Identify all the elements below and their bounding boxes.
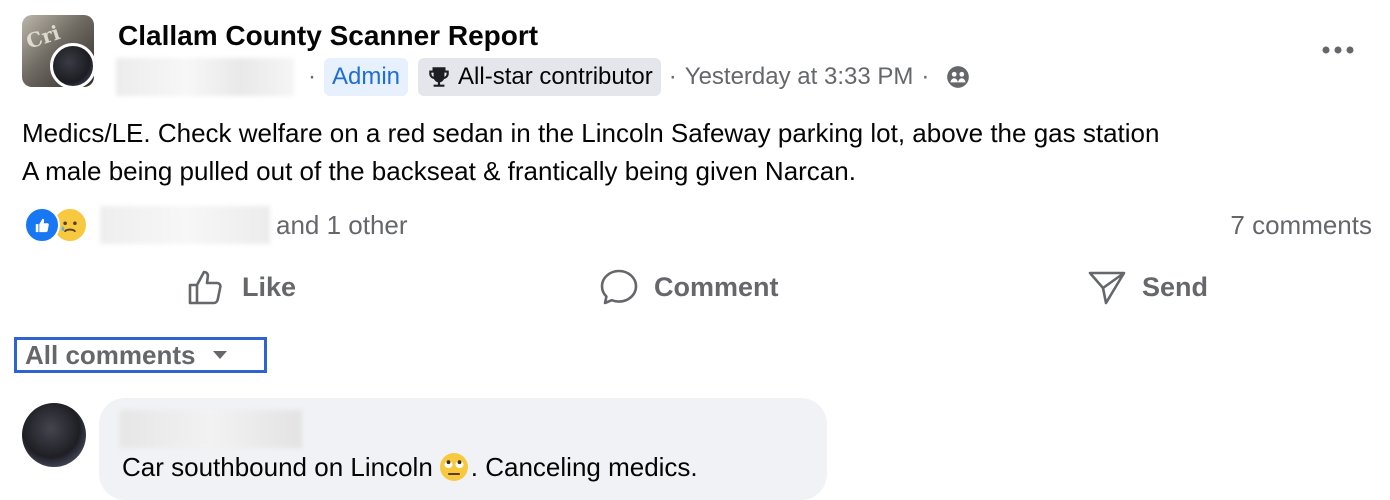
post-meta-row: · Admin All-star contributor · Yesterday… <box>116 56 971 98</box>
like-reaction-icon <box>24 207 60 243</box>
meta-separator: · <box>308 63 316 90</box>
commenter-name-redacted[interactable] <box>120 410 302 448</box>
poster-name-redacted[interactable] <box>116 58 294 96</box>
all-star-contributor-badge[interactable]: All-star contributor <box>418 58 661 96</box>
send-icon <box>1088 271 1126 305</box>
commenter-avatar[interactable] <box>22 403 86 467</box>
more-options-icon[interactable] <box>1318 38 1358 62</box>
reactions-count-text[interactable]: and 1 other <box>276 210 408 241</box>
send-button[interactable]: Send <box>1086 262 1208 312</box>
reactor-name-redacted[interactable] <box>100 206 270 244</box>
comment-text-start: Car southbound on Lincoln <box>122 452 433 482</box>
send-label: Send <box>1142 271 1209 302</box>
comments-filter-label: All comments <box>25 339 196 370</box>
group-members-icon[interactable] <box>945 64 971 90</box>
reactions-summary[interactable]: and 1 other <box>24 203 408 247</box>
poster-avatar[interactable] <box>50 43 96 89</box>
like-button[interactable]: Like <box>186 262 296 312</box>
group-avatar[interactable]: Cri <box>22 15 96 89</box>
meta-separator: · <box>668 63 677 90</box>
all-star-contributor-label: All-star contributor <box>458 63 653 90</box>
post-body-text: Medics/LE. Check welfare on a red sedan … <box>22 118 1160 186</box>
trophy-icon <box>429 67 449 87</box>
comments-filter-dropdown[interactable]: All comments <box>14 337 267 373</box>
comment-text: Car southbound on Lincoln . Canceling me… <box>122 447 698 487</box>
speech-bubble-icon <box>600 269 638 305</box>
eye-roll-emoji-icon <box>439 453 468 481</box>
comment-button[interactable]: Comment <box>598 262 779 312</box>
thumbs-up-icon <box>188 270 222 305</box>
admin-badge[interactable]: Admin <box>324 58 409 96</box>
comment-label: Comment <box>654 271 779 302</box>
group-name-link[interactable]: Clallam County Scanner Report <box>118 18 538 54</box>
caret-down-icon <box>212 351 227 359</box>
comment-text-end: . Canceling medics. <box>470 452 698 482</box>
comments-count-link[interactable]: 7 comments <box>1230 205 1372 245</box>
like-label: Like <box>242 271 297 302</box>
meta-separator: · <box>921 63 930 90</box>
post-timestamp-link[interactable]: Yesterday at 3:33 PM <box>685 63 914 91</box>
